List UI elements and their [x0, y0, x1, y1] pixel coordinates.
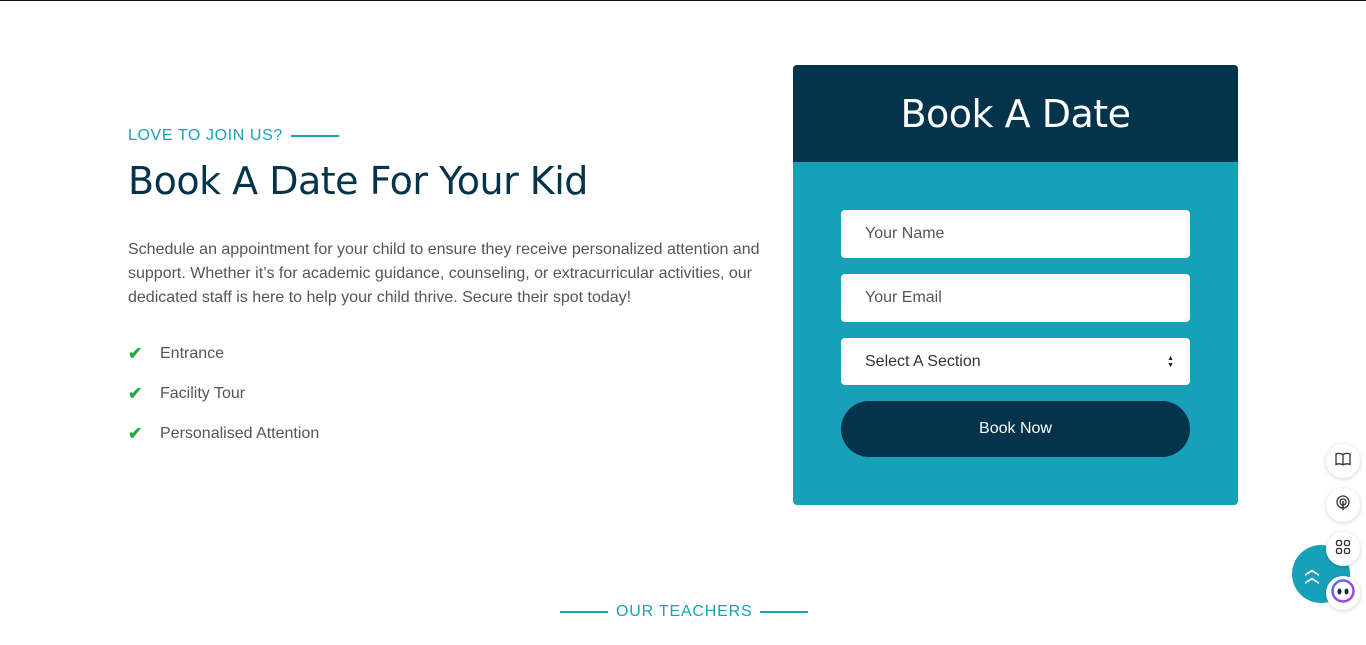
check-icon: ✔ — [128, 344, 143, 363]
feature-item: ✔ Personalised Attention — [128, 414, 319, 454]
apps-grid-icon — [1335, 539, 1351, 560]
page: LOVE TO JOIN US? Book A Date For Your Ki… — [0, 0, 1366, 645]
join-eyebrow-text: LOVE TO JOIN US? — [128, 127, 283, 144]
assistant-side-button[interactable] — [1326, 576, 1360, 610]
join-eyebrow: LOVE TO JOIN US? — [128, 127, 339, 145]
booking-card-header: Book A Date — [793, 65, 1238, 162]
booking-card: Book A Date Select A Section ▲▼ Book Now — [793, 65, 1238, 505]
podcast-side-button[interactable] — [1326, 488, 1360, 522]
apps-side-button[interactable] — [1326, 532, 1360, 566]
eyebrow-line-left — [560, 611, 608, 613]
name-input[interactable] — [841, 210, 1190, 258]
podcast-icon — [1335, 494, 1351, 516]
eyebrow-line — [290, 135, 339, 137]
assistant-face-icon — [1331, 578, 1355, 608]
teachers-eyebrow: OUR TEACHERS — [560, 603, 809, 621]
section-select[interactable]: Select A Section ▲ ▼ — [841, 338, 1190, 385]
double-chevron-up-icon: ︿ ︿ — [1304, 561, 1320, 586]
feature-label: Facility Tour — [160, 385, 246, 402]
feature-label: Personalised Attention — [160, 425, 320, 442]
booking-form: Select A Section ▲▼ Book Now — [841, 210, 1190, 457]
teachers-eyebrow-text: OUR TEACHERS — [616, 603, 753, 620]
book-now-button[interactable]: Book Now — [841, 401, 1190, 457]
section-select-value: Select A Section — [865, 352, 981, 370]
check-icon: ✔ — [128, 384, 143, 403]
feature-item: ✔ Facility Tour — [128, 374, 319, 414]
booking-card-title: Book A Date — [900, 91, 1131, 136]
book-icon — [1335, 452, 1351, 471]
feature-label: Entrance — [160, 345, 225, 362]
email-input[interactable] — [841, 274, 1190, 322]
book-side-button[interactable] — [1326, 444, 1360, 478]
check-icon: ✔ — [128, 424, 143, 443]
section-headline: Book A Date For Your Kid — [128, 159, 588, 203]
select-arrows-icon: ▲ ▼ — [1167, 354, 1174, 369]
eyebrow-line-right — [760, 611, 809, 613]
feature-list: ✔ Entrance ✔ Facility Tour ✔ Personalise… — [128, 334, 319, 454]
feature-item: ✔ Entrance — [128, 334, 319, 374]
intro-paragraph: Schedule an appointment for your child t… — [128, 241, 760, 306]
